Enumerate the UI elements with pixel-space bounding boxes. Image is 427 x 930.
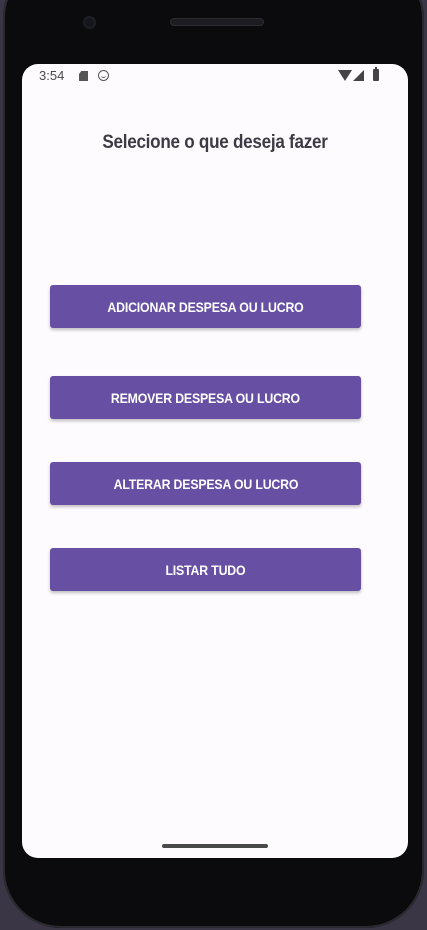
add-button-label: ADICIONAR DESPESA OU LUCRO: [107, 298, 304, 315]
battery-icon: [373, 67, 379, 81]
status-bar: 3:54: [22, 64, 408, 88]
edit-button-label: ALTERAR DESPESA OU LUCRO: [113, 475, 298, 492]
add-expense-or-profit-button[interactable]: ADICIONAR DESPESA OU LUCRO: [50, 285, 361, 328]
earpiece-speaker: [170, 18, 264, 26]
home-indicator[interactable]: [162, 844, 268, 848]
status-time: 3:54: [39, 68, 65, 83]
app-screen: 3:54 Selecione o que deseja fazer ADICIO…: [22, 64, 408, 858]
remove-expense-or-profit-button[interactable]: REMOVER DESPESA OU LUCRO: [50, 376, 361, 419]
edit-expense-or-profit-button[interactable]: ALTERAR DESPESA OU LUCRO: [50, 462, 361, 505]
signal-icon: [353, 70, 364, 81]
wifi-icon: [338, 70, 352, 81]
sd-card-icon: [79, 71, 88, 81]
list-all-button[interactable]: LISTAR TUDO: [50, 548, 361, 591]
list-button-label: LISTAR TUDO: [165, 561, 246, 578]
remove-button-label: REMOVER DESPESA OU LUCRO: [110, 389, 301, 406]
smile-icon: [98, 70, 109, 81]
device-frame: 3:54 Selecione o que deseja fazer ADICIO…: [0, 0, 427, 930]
front-camera: [83, 16, 96, 29]
page-title: Selecione o que deseja fazer: [102, 132, 328, 153]
